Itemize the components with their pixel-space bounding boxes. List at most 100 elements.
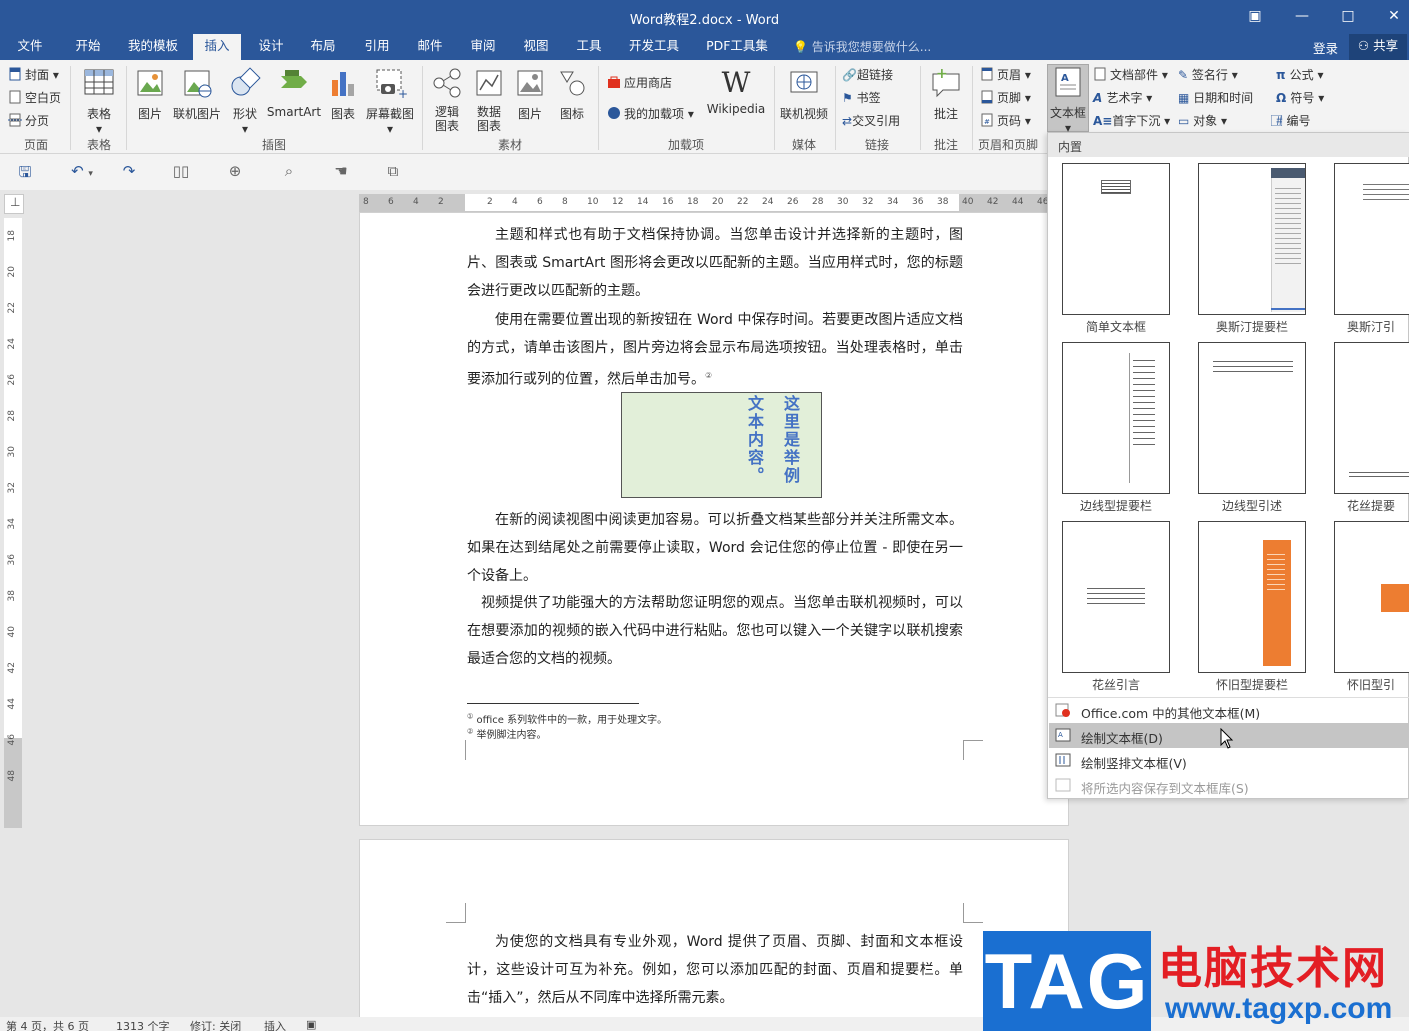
cover-page-button[interactable]: 封面 ▾ [8, 66, 59, 83]
tab-references[interactable]: 引用 [354, 34, 400, 60]
signature-label: 签名行 [1191, 68, 1228, 82]
tab-pdf-tools[interactable]: PDF工具集 [700, 34, 774, 60]
page-count[interactable]: 第 4 页，共 6 页 [6, 1018, 89, 1031]
tab-home[interactable]: 开始 [64, 34, 112, 60]
body-paragraph[interactable]: 视频提供了功能强大的方法帮助您证明您的观点。当您单击联机视频时，可以在想要添加的… [467, 589, 963, 673]
vertical-ruler[interactable]: 18 20 22 24 26 28 30 32 34 36 38 40 42 44 46 48 [4, 218, 22, 828]
page-number-button[interactable]: # 页码 ▾ [980, 112, 1031, 129]
tab-developer[interactable]: 开发工具 [622, 34, 686, 60]
tab-mailings[interactable]: 邮件 [407, 34, 453, 60]
shapes-button[interactable]: 形状 ▾ [226, 66, 264, 136]
tab-selector[interactable]: ⊥ [4, 194, 24, 214]
horizontal-ruler[interactable]: 8 6 4 2 2 4 6 8 10 12 14 16 18 20 22 24 26 28 30 32 34 36 38 40… [359, 194, 1049, 212]
signature-icon: ✎ [1178, 68, 1192, 82]
body-paragraph[interactable]: 在新的阅读视图中阅读更加容易。可以折叠文档某些部分并关注所需文本。如果在达到结尾… [467, 506, 963, 590]
equation-button[interactable]: π 公式 ▾ [1276, 66, 1324, 83]
office-more-textboxes-item[interactable]: Office.com 中的其他文本框(M) [1049, 698, 1409, 723]
customize-icon[interactable]: ⧉ [382, 162, 404, 182]
screenshot-button[interactable]: + 屏幕截图 ▾ [362, 66, 418, 136]
macro-record-icon[interactable]: ▣ [306, 1018, 316, 1031]
icon-button[interactable]: 图标 [552, 66, 592, 122]
word-count[interactable]: 1313 个字 [116, 1018, 170, 1031]
page-break-label: 分页 [25, 114, 50, 128]
wordart-button[interactable]: A 艺术字 ▾ [1093, 89, 1152, 106]
textbox-button[interactable]: A 文本框 ▾ [1047, 64, 1089, 135]
material-picture-button[interactable]: 图片 [510, 66, 550, 122]
minimize-icon[interactable]: — [1290, 6, 1314, 26]
vertical-textbox[interactable]: 这里是举例 文本内容。 [621, 392, 822, 498]
smartart-button[interactable]: SmartArt [266, 66, 322, 119]
track-changes-status[interactable]: 修订: 关闭 [190, 1018, 241, 1031]
share-button[interactable]: ⚇ 共享 [1349, 34, 1407, 60]
print-preview-icon[interactable]: ⌕ [278, 162, 300, 182]
gallery-thumbnail[interactable] [1198, 163, 1306, 315]
tab-tools[interactable]: 工具 [566, 34, 612, 60]
signature-line-button[interactable]: ✎ 签名行 ▾ [1178, 66, 1238, 83]
gallery-item-label: 怀旧型引 [1347, 678, 1396, 692]
bookmark-button[interactable]: ⚑ 书签 [842, 89, 881, 106]
tab-my-templates[interactable]: 我的模板 [120, 34, 186, 60]
gallery-thumbnail[interactable] [1198, 521, 1306, 673]
store-button[interactable]: 应用商店 [607, 74, 672, 91]
footnote[interactable]: ② 举例脚注内容。 [467, 726, 546, 741]
ruler-tick-label: 32 [862, 197, 874, 207]
svg-text:A: A [1058, 731, 1063, 739]
gallery-thumbnail[interactable] [1062, 521, 1170, 673]
online-video-button[interactable]: 联机视频 [778, 66, 830, 122]
footnote-mark: ② [467, 727, 474, 736]
tab-design[interactable]: 设计 [248, 34, 294, 60]
doc-parts-button[interactable]: 文档部件 ▾ [1093, 66, 1168, 83]
wikipedia-button[interactable]: W Wikipedia [704, 66, 768, 116]
redo-icon[interactable]: ↷ [118, 162, 140, 182]
draw-vertical-textbox-item[interactable]: 绘制竖排文本框(V) [1049, 748, 1409, 773]
login-link[interactable]: 登录 [1313, 38, 1338, 57]
cross-reference-button[interactable]: ⇄交叉引用 [842, 112, 900, 129]
undo-icon[interactable]: ↶ ▾ [64, 162, 100, 182]
tab-view[interactable]: 视图 [513, 34, 559, 60]
numbering-button[interactable]: #⃞ 编号 [1276, 112, 1311, 129]
comment-button[interactable]: + 批注 [924, 66, 968, 122]
web-layout-icon[interactable]: ⊕ [224, 162, 246, 182]
gallery-thumbnail[interactable] [1334, 163, 1409, 315]
logic-chart-button[interactable]: 逻辑图表 [426, 66, 468, 133]
symbol-button[interactable]: Ω 符号 ▾ [1276, 89, 1324, 106]
tab-file[interactable]: 文件 [8, 34, 52, 60]
gallery-thumbnail[interactable] [1062, 163, 1170, 315]
picture-button[interactable]: 图片 [130, 66, 170, 122]
online-picture-button[interactable]: 联机图片 [170, 66, 224, 122]
touch-mode-icon[interactable]: ☚ [330, 162, 352, 182]
footer-button[interactable]: 页脚 ▾ [980, 89, 1031, 106]
data-chart-button[interactable]: 数据图表 [468, 66, 510, 133]
footnote[interactable]: ① office 系列软件中的一款，用于处理文字。 [467, 711, 667, 726]
page-number-label: 页码 [997, 114, 1022, 128]
body-paragraph[interactable]: 为使您的文档具有专业外观，Word 提供了页眉、页脚、封面和文本框设计，这些设计… [467, 928, 963, 1012]
blank-page-button[interactable]: 空白页 [8, 89, 61, 106]
shapes-icon [231, 67, 261, 96]
chart-button[interactable]: 图表 [324, 66, 362, 122]
gallery-thumbnail[interactable] [1198, 342, 1306, 494]
tell-me-box[interactable]: 💡 告诉我您想要做什么... [793, 38, 931, 56]
body-paragraph[interactable]: 使用在需要位置出现的新按钮在 Word 中保存时间。若要更改图片适应文档的方式，… [467, 306, 963, 394]
tab-layout[interactable]: 布局 [300, 34, 346, 60]
dropcap-button[interactable]: A≡首字下沉 ▾ [1093, 112, 1170, 129]
gallery-thumbnail[interactable] [1062, 342, 1170, 494]
body-paragraph[interactable]: 主题和样式也有助于文档保持协调。当您单击设计并选择新的主题时，图片、图表或 Sm… [467, 221, 963, 305]
maximize-icon[interactable]: □ [1336, 6, 1360, 26]
object-button[interactable]: ▭ 对象 ▾ [1178, 112, 1227, 129]
datetime-button[interactable]: ▦ 日期和时间 [1178, 89, 1253, 106]
close-icon[interactable]: ✕ [1382, 6, 1406, 26]
hyperlink-button[interactable]: 🔗超链接 [842, 66, 893, 83]
tab-review[interactable]: 审阅 [460, 34, 506, 60]
my-addins-button[interactable]: 我的加载项 ▾ [607, 105, 694, 122]
save-icon[interactable]: 🖫 [14, 162, 36, 182]
page-break-button[interactable]: 分页 [8, 112, 49, 129]
ribbon-display-icon[interactable]: ▣ [1243, 6, 1267, 26]
gallery-thumbnail[interactable] [1334, 342, 1409, 494]
insert-mode[interactable]: 插入 [264, 1018, 286, 1031]
tab-insert[interactable]: 插入 [193, 34, 241, 60]
gallery-thumbnail[interactable] [1334, 521, 1409, 673]
table-button[interactable]: 表格 ▾ [76, 66, 122, 136]
footnote-text: 举例脚注内容。 [476, 730, 547, 741]
header-button[interactable]: 页眉 ▾ [980, 66, 1031, 83]
read-mode-icon[interactable]: ▯▯ [170, 162, 192, 182]
